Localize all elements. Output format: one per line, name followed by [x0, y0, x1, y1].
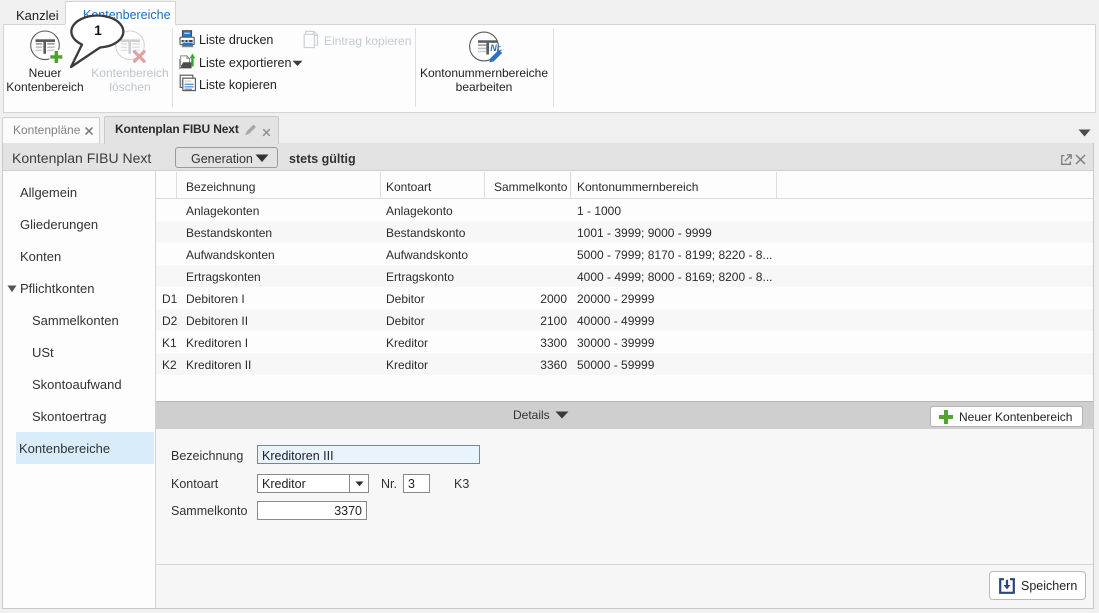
svg-text:1: 1 [94, 23, 102, 38]
